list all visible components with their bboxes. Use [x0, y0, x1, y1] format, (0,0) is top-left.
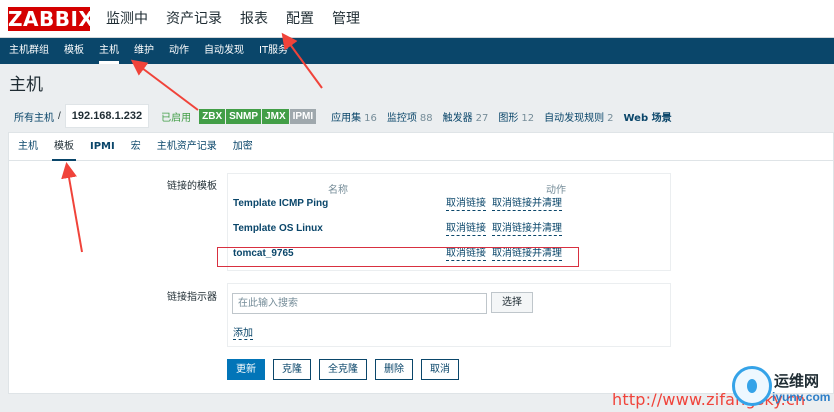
template-name-link[interactable]: Template ICMP Ping: [233, 198, 328, 209]
link-count: 2: [607, 112, 614, 124]
template-name-link[interactable]: Template OS Linux: [233, 223, 323, 234]
sub-menu-host-groups[interactable]: 主机群组: [9, 38, 49, 64]
host-navigation: 所有主机 / 192.168.1.232 已启用 ZBX SNMP JMX IP…: [0, 102, 834, 130]
sub-menu-actions[interactable]: 动作: [169, 38, 189, 64]
column-header-action: 动作: [546, 185, 566, 196]
main-menu-inventory[interactable]: 资产记录: [166, 0, 222, 38]
full-clone-button[interactable]: 全克隆: [319, 359, 367, 380]
column-header-name: 名称: [328, 185, 348, 196]
host-link-web-scenarios[interactable]: Web 场景: [623, 109, 671, 124]
watermark-site-cn: 运维网: [774, 372, 820, 390]
tab-encryption[interactable]: 加密: [233, 133, 253, 160]
badge-ipmi: IPMI: [289, 108, 317, 124]
sub-menu-it-services[interactable]: IT服务: [259, 38, 288, 64]
tab-templates[interactable]: 模板: [52, 133, 76, 161]
sub-menu-hosts[interactable]: 主机: [99, 38, 119, 64]
highlight-annotation-box: [217, 247, 579, 267]
link-count: 27: [475, 112, 489, 124]
main-menu: 监测中 资产记录 报表 配置 管理: [106, 0, 378, 38]
clone-button[interactable]: 克隆: [273, 359, 311, 380]
host-link-applications[interactable]: 应用集 16: [331, 109, 377, 124]
link-count: 16: [364, 112, 377, 124]
main-menu-administration[interactable]: 管理: [332, 0, 360, 38]
template-search-input[interactable]: [232, 293, 487, 314]
host-link-discovery-rules[interactable]: 自动发现规则 2: [544, 109, 613, 124]
link-count: 12: [521, 112, 535, 124]
form-tabs: 主机 模板 IPMI 宏 主机资产记录 加密: [9, 133, 833, 161]
tab-macros[interactable]: 宏: [131, 133, 141, 160]
page-title: 主机: [9, 75, 43, 95]
host-link-graphs[interactable]: 图形 12: [498, 109, 534, 124]
watermark-site-en: iyunv.com: [772, 390, 831, 404]
link-label: 应用集: [331, 112, 362, 124]
update-button[interactable]: 更新: [227, 359, 265, 380]
host-link-items[interactable]: 监控项 88: [387, 109, 433, 124]
availability-badges: ZBX SNMP JMX IPMI: [199, 108, 317, 124]
badge-zbx: ZBX: [199, 108, 226, 124]
link-label: 监控项: [386, 112, 417, 124]
add-link[interactable]: 添加: [233, 324, 253, 340]
sub-menu-maintenance[interactable]: 维护: [134, 38, 154, 64]
link-indicator-box: 选择 添加: [227, 283, 671, 347]
host-status-enabled[interactable]: 已启用: [161, 109, 191, 124]
host-form-panel: 主机 模板 IPMI 宏 主机资产记录 加密 链接的模板 名称 动作 Templ…: [8, 132, 834, 394]
watermark-logo: 运维网 iyunv.com: [730, 362, 834, 412]
link-count: 88: [419, 112, 433, 124]
breadcrumb-separator: /: [58, 110, 61, 122]
link-label: 触发器: [442, 112, 473, 124]
cancel-button[interactable]: 取消: [421, 359, 459, 380]
sub-menu-discovery[interactable]: 自动发现: [204, 38, 244, 64]
breadcrumb-current-host[interactable]: 192.168.1.232: [64, 104, 150, 128]
form-buttons: 更新 克隆 全克隆 删除 取消: [227, 359, 467, 380]
breadcrumb-all-hosts[interactable]: 所有主机: [14, 109, 54, 124]
link-label: Web 场景: [623, 112, 672, 124]
tab-ipmi[interactable]: IPMI: [90, 133, 115, 160]
tab-host[interactable]: 主机: [18, 133, 38, 160]
badge-jmx: JMX: [262, 108, 289, 124]
unlink-button[interactable]: 取消链接: [446, 198, 486, 211]
unlink-and-clear-button[interactable]: 取消链接并清理: [492, 223, 562, 236]
select-button[interactable]: 选择: [491, 292, 533, 313]
main-menu-configuration[interactable]: 配置: [286, 0, 314, 38]
badge-snmp: SNMP: [226, 108, 262, 124]
table-row: Template OS Linux 取消链接 取消链接并清理: [228, 223, 670, 241]
host-link-triggers[interactable]: 触发器 27: [443, 109, 489, 124]
sub-menu-templates[interactable]: 模板: [64, 38, 84, 64]
delete-button[interactable]: 删除: [375, 359, 413, 380]
table-row: Template ICMP Ping 取消链接 取消链接并清理: [228, 198, 670, 216]
top-bar: ZABBIX 监测中 资产记录 报表 配置 管理: [0, 0, 834, 38]
unlink-button[interactable]: 取消链接: [446, 223, 486, 236]
unlink-and-clear-button[interactable]: 取消链接并清理: [492, 198, 562, 211]
main-menu-reports[interactable]: 报表: [240, 0, 268, 38]
sub-menu: 主机群组 模板 主机 维护 动作 自动发现 IT服务: [0, 38, 834, 64]
watermark-globe-icon: [732, 366, 772, 406]
link-indicator-label: 链接指示器: [167, 292, 217, 303]
link-label: 图形: [498, 112, 519, 124]
main-menu-monitoring[interactable]: 监测中: [106, 0, 148, 38]
zabbix-logo[interactable]: ZABBIX: [8, 7, 94, 31]
link-label: 自动发现规则: [544, 112, 605, 124]
linked-templates-label: 链接的模板: [167, 181, 217, 192]
tab-inventory[interactable]: 主机资产记录: [157, 133, 217, 160]
